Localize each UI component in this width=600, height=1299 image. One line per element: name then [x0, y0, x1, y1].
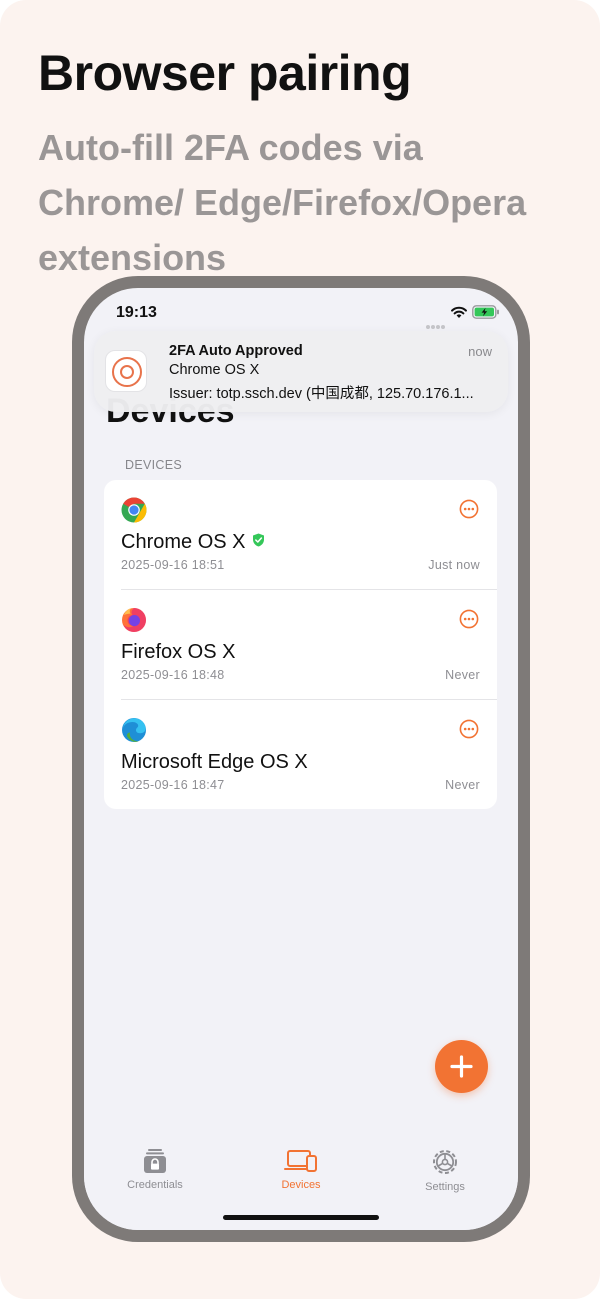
more-options-icon[interactable] [459, 609, 479, 629]
tab-credentials[interactable]: Credentials [95, 1148, 215, 1191]
more-options-icon[interactable] [459, 719, 479, 739]
device-last-used: Never [445, 778, 480, 792]
devices-icon [284, 1150, 317, 1172]
notification-banner[interactable]: 2FA Auto Approved now Chrome OS X Issuer… [94, 331, 508, 412]
battery-charging-icon [472, 305, 499, 319]
device-name: Chrome OS X [121, 531, 265, 554]
tab-label: Settings [425, 1181, 465, 1193]
devices-list: Chrome OS X 2025-09-16 18:51 Just now Fi… [104, 480, 497, 809]
device-row-chrome[interactable]: Chrome OS X 2025-09-16 18:51 Just now [104, 480, 497, 590]
notification-title: 2FA Auto Approved [169, 343, 303, 359]
device-row-firefox[interactable]: Firefox OS X 2025-09-16 18:48 Never [104, 590, 497, 700]
device-row-edge[interactable]: Microsoft Edge OS X 2025-09-16 18:47 Nev… [104, 700, 497, 810]
device-last-used: Just now [428, 558, 480, 572]
tab-devices[interactable]: Devices [241, 1148, 361, 1191]
device-name-label: Chrome OS X [121, 531, 246, 553]
signal-dots-icon [426, 314, 446, 329]
tab-label: Devices [281, 1179, 321, 1191]
promo-background: Browser pairing Auto-fill 2FA codes via … [0, 0, 600, 1299]
home-indicator [223, 1215, 379, 1220]
device-date: 2025-09-16 18:47 [121, 778, 225, 792]
more-options-icon[interactable] [459, 499, 479, 519]
lock-stack-icon [144, 1149, 166, 1173]
device-name: Microsoft Edge OS X [121, 751, 308, 773]
device-name: Firefox OS X [121, 641, 236, 663]
phone-screen: 19:13 Devices 2FA Auto Approved now [84, 288, 518, 1230]
notification-line-1: Chrome OS X [169, 362, 260, 378]
wifi-icon [451, 306, 467, 318]
firefox-icon [122, 608, 146, 632]
notification-line-2: Issuer: totp.ssch.dev (中国成都, 125.70.176.… [169, 386, 474, 402]
gear-icon [433, 1150, 457, 1174]
device-last-used: Never [445, 668, 480, 682]
promo-title: Browser pairing [38, 45, 412, 101]
verified-shield-icon [253, 533, 265, 547]
notification-time: now [468, 344, 492, 359]
tab-label: Credentials [127, 1179, 183, 1191]
device-date: 2025-09-16 18:48 [121, 668, 225, 682]
plus-icon [450, 1055, 473, 1078]
chrome-icon [121, 497, 147, 523]
device-date: 2025-09-16 18:51 [121, 558, 225, 572]
section-header: DEVICES [125, 458, 182, 472]
add-device-button[interactable] [435, 1040, 488, 1093]
status-time: 19:13 [116, 304, 157, 321]
tab-settings[interactable]: Settings [385, 1148, 505, 1193]
edge-icon [122, 718, 146, 742]
app-icon [105, 350, 147, 392]
promo-subtitle: Auto-fill 2FA codes via Chrome/ Edge/Fir… [38, 127, 527, 278]
